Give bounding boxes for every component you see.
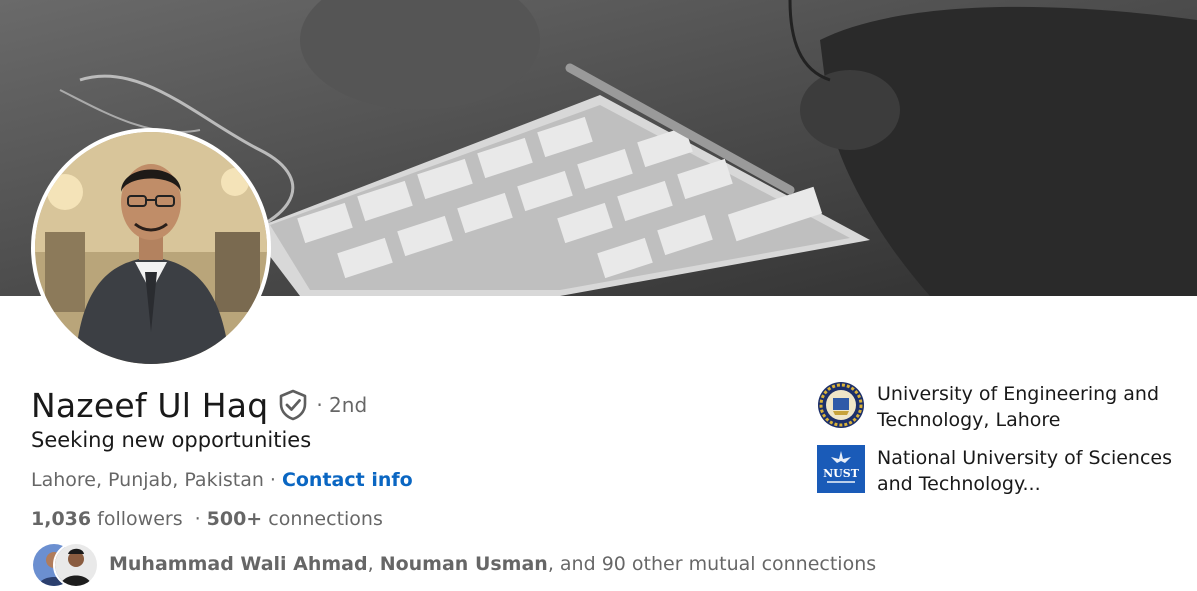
connection-degree: · 2nd — [316, 393, 368, 417]
education-name-nust: National University of Sciences and Tech… — [877, 447, 1173, 495]
connections-link[interactable]: 500+ connections — [207, 508, 383, 530]
followers-link[interactable]: 1,036 followers — [31, 508, 183, 530]
stats-row: 1,036 followers · 500+ connections — [31, 508, 383, 530]
education-name-uet: University of Engineering and Technology… — [877, 383, 1160, 431]
education-item-uet[interactable]: University of Engineering and Technology… — [817, 381, 1177, 433]
followers-label: followers — [97, 508, 183, 530]
education-item-nust[interactable]: NUST National University of Sciences and… — [817, 445, 1177, 497]
connections-label: connections — [268, 508, 383, 530]
location-separator: · — [269, 469, 276, 491]
profile-name-row: Nazeef Ul Haq · 2nd — [31, 383, 367, 427]
mutual-connections-row[interactable]: Muhammad Wali Ahmad, Nouman Usman, and 9… — [31, 542, 876, 588]
profile-photo-illustration — [35, 132, 267, 364]
profile-photo-frame[interactable] — [31, 128, 271, 368]
followers-count: 1,036 — [31, 508, 92, 530]
nust-logo-text: NUST — [823, 467, 860, 480]
mutual-name-2: Nouman Usman — [379, 553, 548, 575]
profile-headline: Seeking new opportunities — [31, 428, 312, 452]
profile-name: Nazeef Ul Haq — [31, 385, 269, 425]
location-row: Lahore, Punjab, Pakistan · Contact info — [31, 469, 413, 491]
stats-separator: · — [194, 508, 201, 530]
contact-info-link[interactable]: Contact info — [282, 469, 413, 491]
profile-photo[interactable] — [35, 132, 267, 364]
mutual-comma: , — [367, 553, 374, 575]
verified-shield-icon[interactable] — [278, 389, 308, 421]
mutual-name-1: Muhammad Wali Ahmad — [109, 553, 368, 575]
nust-logo-icon: NUST — [817, 445, 865, 493]
mutual-avatars — [31, 542, 101, 588]
uet-logo-icon — [817, 381, 865, 429]
profile-location: Lahore, Punjab, Pakistan — [31, 469, 264, 491]
connections-count: 500+ — [206, 508, 263, 530]
mutual-avatar-2 — [53, 542, 99, 588]
mutual-rest: , and 90 other mutual connections — [547, 553, 877, 575]
mutual-connections-text: Muhammad Wali Ahmad, Nouman Usman, and 9… — [109, 553, 876, 575]
